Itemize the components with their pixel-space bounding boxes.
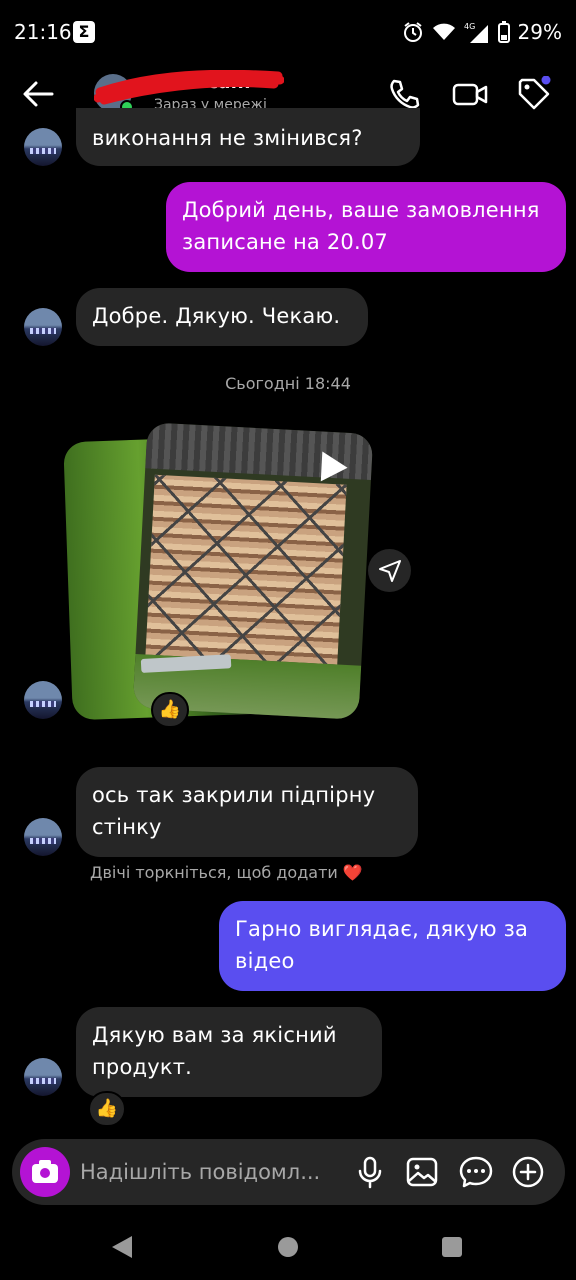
video-frame-firewood: [145, 474, 347, 665]
share-button[interactable]: [368, 549, 411, 592]
message-received[interactable]: Добре. Дякую. Чекаю.: [76, 288, 368, 346]
message-received[interactable]: ось так закрили підпірну стінку: [76, 767, 418, 857]
nav-back-icon[interactable]: [112, 1236, 132, 1258]
system-nav-bar: [0, 1212, 576, 1280]
signal-4g-icon: 4G: [464, 22, 488, 43]
notification-icon: Σ: [73, 21, 95, 43]
wifi-icon: [432, 23, 455, 40]
reaction-badge[interactable]: 👍: [151, 692, 189, 728]
nav-home-icon[interactable]: [278, 1237, 298, 1257]
date-separator: Сьогодні 18:44: [225, 374, 351, 393]
message-sent[interactable]: Добрий день, ваше замовлення записане на…: [166, 182, 566, 272]
contact-avatar-small: [24, 128, 62, 166]
microphone-icon[interactable]: [352, 1154, 388, 1190]
status-icons: 4G 29%: [402, 20, 562, 44]
status-bar: 21:16 Σ 4G 29%: [0, 0, 576, 66]
plus-circle-icon[interactable]: [510, 1154, 546, 1190]
sticker-chat-icon[interactable]: [458, 1154, 494, 1190]
battery-percent: 29%: [517, 20, 562, 44]
video-message[interactable]: [132, 422, 374, 720]
tag-icon[interactable]: [516, 76, 552, 112]
contact-avatar-small: [24, 1058, 62, 1096]
play-icon[interactable]: [320, 451, 349, 483]
reaction-badge[interactable]: 👍: [88, 1091, 126, 1127]
svg-text:4G: 4G: [464, 22, 475, 31]
camera-button[interactable]: [20, 1147, 70, 1197]
battery-icon: [497, 21, 510, 43]
contact-avatar-small: [24, 681, 62, 719]
camera-icon: [32, 1160, 58, 1183]
contact-avatar-small: [24, 818, 62, 856]
message-input[interactable]: [80, 1157, 348, 1187]
status-time: 21:16: [14, 20, 72, 44]
nav-recents-icon[interactable]: [442, 1237, 462, 1257]
double-tap-hint: Двічі торкніться, щоб додати ❤️: [90, 863, 363, 882]
gallery-icon[interactable]: [404, 1154, 440, 1190]
message-composer: [12, 1139, 565, 1205]
message-sent[interactable]: Гарно виглядає, дякую за відео: [219, 901, 566, 991]
message-received[interactable]: Дякую вам за якісний продукт.: [76, 1007, 382, 1097]
video-call-icon[interactable]: [452, 76, 488, 112]
send-icon: [379, 560, 401, 582]
phone-icon[interactable]: [386, 76, 422, 112]
message-received[interactable]: виконання не змінився?: [76, 108, 420, 166]
contact-avatar-small: [24, 308, 62, 346]
back-arrow-icon[interactable]: [20, 78, 56, 110]
alarm-icon: [403, 22, 422, 42]
